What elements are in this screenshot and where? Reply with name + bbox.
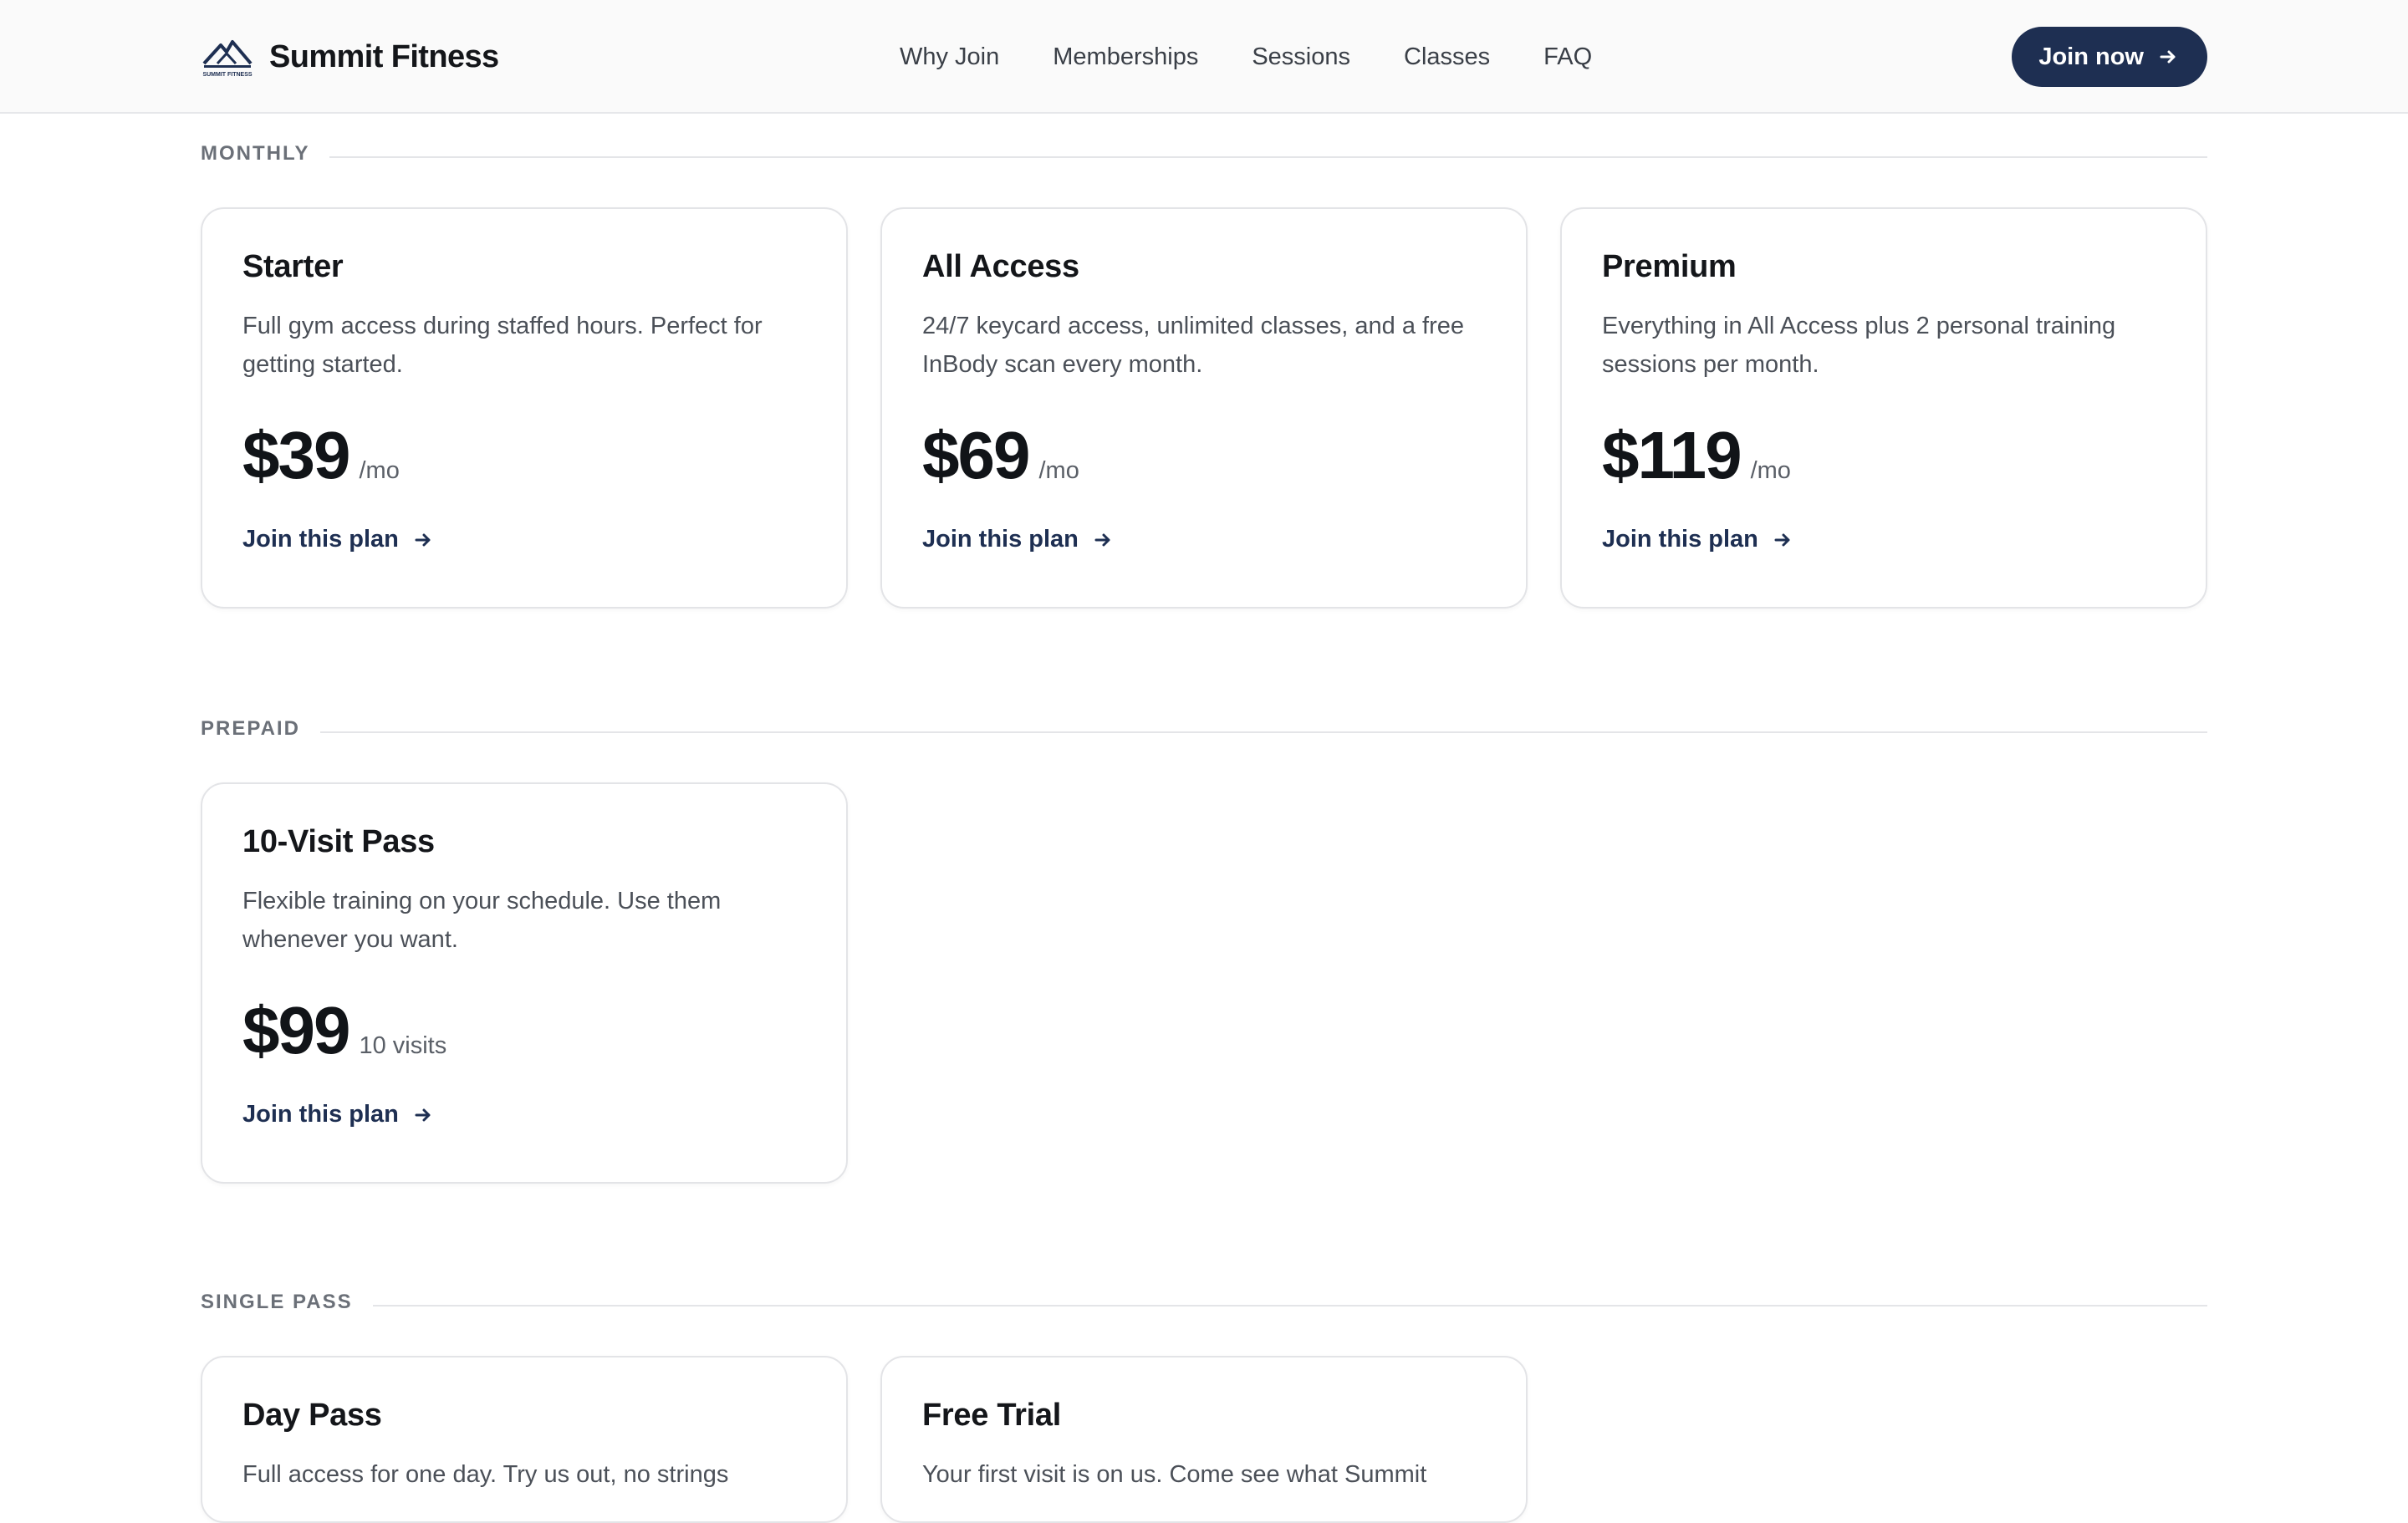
arrow-right-icon [1774, 533, 1790, 546]
arrow-right-icon [2160, 50, 2176, 64]
section-label: MONTHLY [201, 142, 310, 165]
brand[interactable]: SUMMIT FITNESS Summit Fitness [201, 35, 499, 79]
join-plan-link[interactable]: Join this plan [922, 526, 1486, 553]
plan-description: Full gym access during staffed hours. Pe… [242, 313, 763, 378]
plan-card-all-access: All Access 24/7 keycard access, unlimite… [880, 207, 1528, 609]
section-label: PREPAID [201, 717, 300, 740]
mountain-logo-icon: SUMMIT FITNESS [202, 40, 253, 78]
nav-memberships[interactable]: Memberships [1053, 43, 1198, 71]
plan-description: Your first visit is on us. Come see what… [922, 1461, 1427, 1488]
plan-card-starter: Starter Full gym access during staffed h… [201, 207, 848, 609]
section-label: SINGLE PASS [201, 1291, 353, 1313]
section-divider [329, 156, 2207, 158]
site-header: SUMMIT FITNESS Summit Fitness Why Join M… [0, 0, 2408, 114]
nav-sessions[interactable]: Sessions [1252, 43, 1350, 71]
join-plan-label: Join this plan [922, 526, 1079, 553]
join-plan-link[interactable]: Join this plan [242, 1101, 806, 1128]
plan-title: All Access [922, 249, 1079, 284]
plan-price-unit: /mo [1750, 457, 1791, 484]
nav-faq[interactable]: FAQ [1543, 43, 1592, 71]
section-divider [372, 1305, 2207, 1307]
join-now-label: Join now [2038, 43, 2144, 70]
plan-card-day-pass: Day Pass Full access for one day. Try us… [201, 1356, 848, 1523]
plan-description: Flexible training on your schedule. Use … [242, 888, 722, 953]
brand-name: Summit Fitness [269, 38, 499, 74]
plan-card-premium: Premium Everything in All Access plus 2 … [1560, 207, 2207, 609]
plan-price-unit: /mo [1038, 457, 1079, 484]
plan-price-unit: /mo [359, 457, 400, 484]
header-inner: SUMMIT FITNESS Summit Fitness Why Join M… [201, 0, 2207, 114]
logo-text: SUMMIT FITNESS [202, 72, 252, 78]
plan-title: Free Trial [922, 1398, 1061, 1433]
price-row: $119 /mo [1602, 417, 2166, 494]
arrow-right-icon [415, 533, 431, 546]
plan-price-unit: 10 visits [359, 1032, 447, 1059]
join-plan-link[interactable]: Join this plan [1602, 526, 2166, 553]
plan-title: Premium [1602, 249, 1737, 284]
section-divider [319, 731, 2207, 733]
plan-description: Full access for one day. Try us out, no … [242, 1461, 729, 1488]
plan-card-free-trial: Free Trial Your first visit is on us. Co… [880, 1356, 1528, 1523]
price-row: $39 /mo [242, 417, 806, 494]
plan-description: 24/7 keycard access, unlimited classes, … [922, 313, 1464, 378]
arrow-right-icon [1094, 533, 1110, 546]
plan-price: $39 [242, 418, 350, 492]
main-nav: Why Join Memberships Sessions Classes FA… [900, 0, 1592, 114]
plan-price: $69 [922, 418, 1030, 492]
join-plan-label: Join this plan [242, 1101, 399, 1128]
join-plan-label: Join this plan [1602, 526, 1758, 553]
nav-classes[interactable]: Classes [1404, 43, 1490, 71]
section-heading-single-pass: SINGLE PASS [201, 1286, 2207, 1319]
section-heading-prepaid: PREPAID [201, 712, 2207, 746]
join-now-button[interactable]: Join now [2012, 27, 2207, 87]
plan-card-10-visit-pass: 10-Visit Pass Flexible training on your … [201, 782, 848, 1184]
plan-price: $119 [1602, 418, 1742, 492]
join-plan-link[interactable]: Join this plan [242, 526, 806, 553]
join-plan-label: Join this plan [242, 526, 399, 553]
section-heading-monthly: MONTHLY [201, 137, 2207, 171]
price-row: $69 /mo [922, 417, 1486, 494]
plan-title: Day Pass [242, 1398, 382, 1433]
price-row: $99 10 visits [242, 992, 806, 1069]
nav-why-join[interactable]: Why Join [900, 43, 999, 71]
arrow-right-icon [415, 1108, 431, 1121]
plan-title: 10-Visit Pass [242, 824, 435, 859]
plan-title: Starter [242, 249, 344, 284]
plan-price: $99 [242, 993, 350, 1067]
plan-description: Everything in All Access plus 2 personal… [1602, 313, 2116, 378]
